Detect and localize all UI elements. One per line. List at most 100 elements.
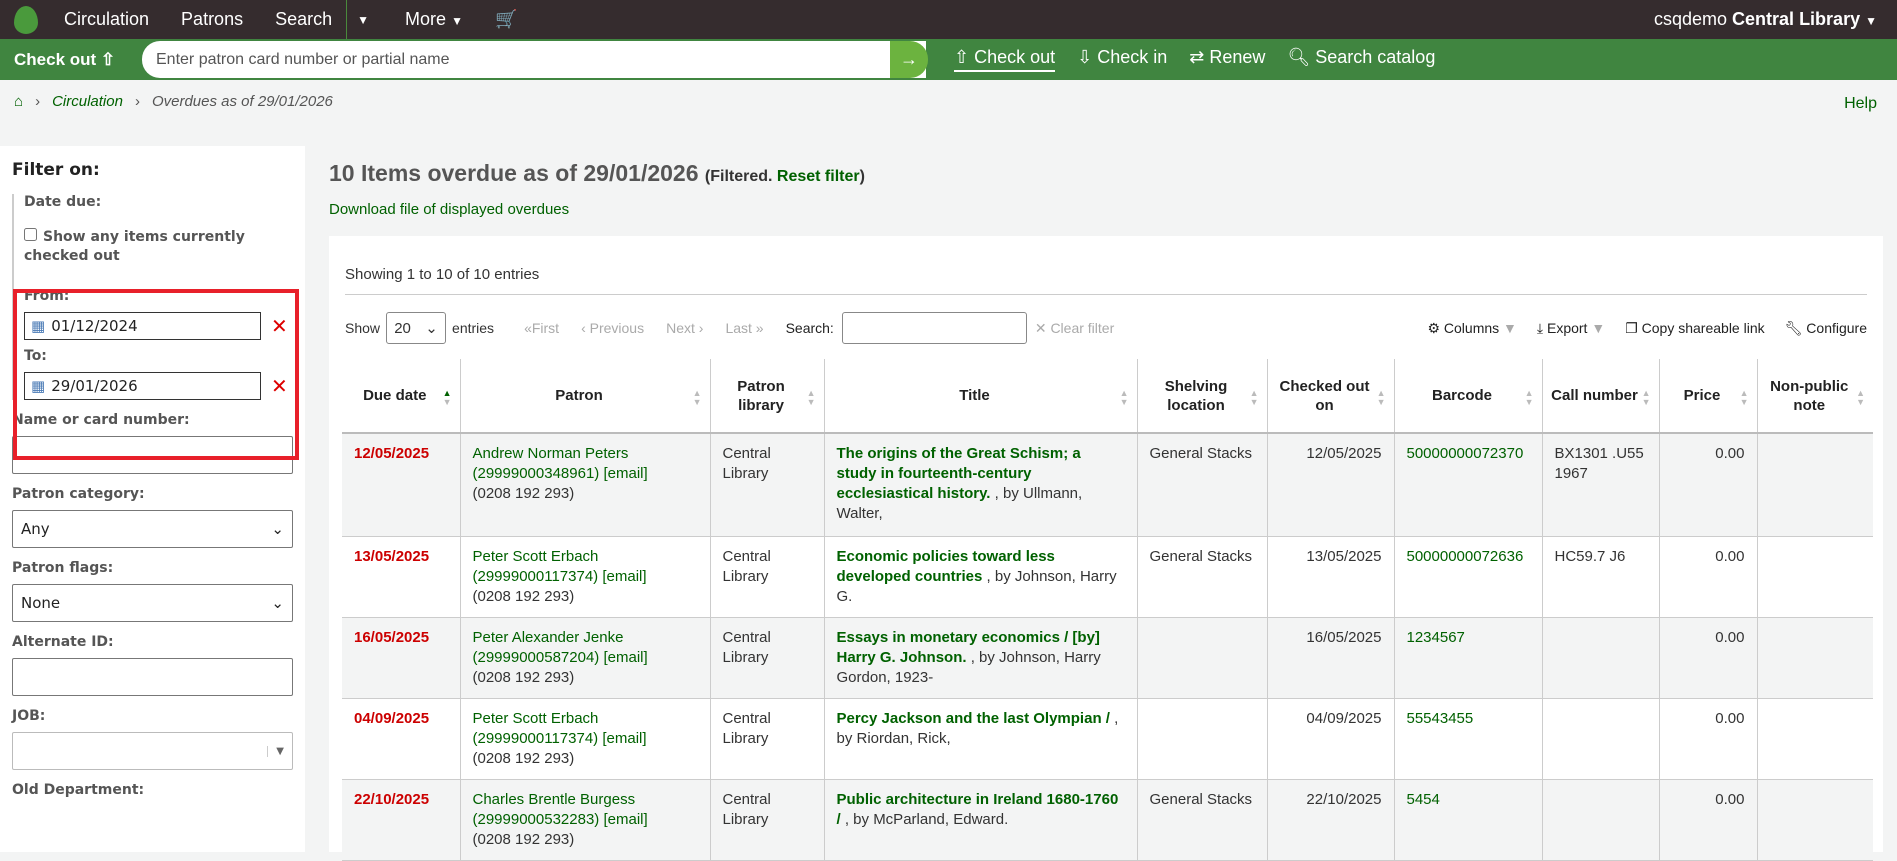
show-checked-out-checkbox[interactable]: Show any items currently checked out — [24, 228, 293, 266]
column-header[interactable]: Shelving location ▲ ▼ — [1136, 359, 1267, 434]
sort-icon: ▲ ▼ — [1856, 388, 1865, 407]
table-search-input[interactable] — [841, 312, 1027, 344]
barcode-link[interactable]: 50000000072370 — [1407, 445, 1524, 462]
nav-circulation[interactable]: Circulation — [64, 9, 149, 30]
page-size-select[interactable]: 20 ⌄ — [386, 312, 447, 344]
barcode-link[interactable]: 50000000072636 — [1407, 548, 1524, 565]
due-date: 13/05/2025 — [354, 547, 430, 565]
koha-logo-icon[interactable] — [14, 5, 38, 34]
column-header-label: Patron — [555, 387, 603, 404]
title-link[interactable]: Percy Jackson and the last Olympian / — [837, 710, 1110, 727]
download-icon: ⤓ — [1536, 319, 1547, 336]
price: 0.00 — [1715, 709, 1745, 727]
patron-link[interactable]: Peter Scott Erbach (29999000117374) — [473, 548, 599, 585]
columns-button[interactable]: ⚙ Columns ▼ — [1427, 320, 1516, 337]
configure-button[interactable]: 🔧︎ Configure — [1785, 320, 1867, 337]
export-button[interactable]: ⤓ Export ▼ — [1537, 320, 1605, 337]
copy-link-button[interactable]: ❐ Copy shareable link — [1625, 320, 1764, 337]
card-number: (29999000348961) — [472, 465, 600, 482]
nav-patrons[interactable]: Patrons — [181, 9, 243, 30]
column-header[interactable]: Price ▲ ▼ — [1658, 359, 1757, 434]
table-row: 16/05/2025 Peter Alexander Jenke (29999000… — [342, 617, 1873, 699]
reset-filter-link[interactable]: Reset filter — [777, 168, 860, 185]
username: csqdemo — [1653, 9, 1728, 29]
next-page-button[interactable]: Next › — [666, 320, 703, 336]
patron-name: Peter Scott Erbach — [472, 547, 599, 565]
checked-out-date: 04/09/2025 — [1306, 709, 1382, 727]
patron-search-input[interactable]: Enter patron card number or partial name — [142, 41, 926, 78]
column-header-label: Title — [959, 387, 990, 404]
patron-library: Central Library — [722, 628, 771, 666]
last-page-button[interactable]: Last » — [725, 320, 763, 336]
cart-icon[interactable]: 🛒 — [495, 9, 517, 30]
email-link[interactable]: [email] — [602, 730, 646, 747]
column-header[interactable]: Due date ▲ ▼ — [342, 359, 460, 434]
chevron-down-icon: ▼ — [1865, 14, 1877, 28]
email-link[interactable]: [email] — [603, 811, 647, 828]
first-page-button[interactable]: «First — [524, 320, 559, 336]
link-check-in[interactable]: ⇩ Check in — [1077, 47, 1167, 72]
column-header[interactable]: Patron library ▲ ▼ — [709, 359, 824, 434]
top-navbar: Circulation Patrons Search ▼ More ▼ 🛒 cs… — [0, 0, 1897, 39]
alternate-id-input[interactable] — [12, 658, 293, 696]
chevron-down-icon: ▼ — [451, 14, 463, 28]
upload-icon: ⇧ — [100, 49, 116, 69]
sort-icon: ▲ ▼ — [1739, 388, 1749, 407]
user-menu[interactable]: csqdemo Central Library ▼ — [1654, 9, 1877, 30]
submit-arrow-button[interactable]: → — [890, 41, 928, 78]
column-header[interactable]: Barcode ▲ ▼ — [1393, 359, 1542, 434]
nav-more[interactable]: More ▼ — [405, 9, 463, 30]
clear-filter-button[interactable]: ✕ Clear filter — [1035, 320, 1114, 337]
link-search-catalog[interactable]: 🔍︎ Search catalog — [1287, 47, 1435, 72]
due-date: 04/09/2025 — [354, 709, 430, 727]
barcode-link[interactable]: 5454 — [1407, 791, 1440, 808]
email-link[interactable]: [email] — [603, 649, 647, 666]
patron-name: Peter Scott Erbach — [472, 709, 599, 727]
patron-category-label: Patron category: — [12, 486, 145, 502]
column-header[interactable]: Checked out on ▲ ▼ — [1266, 359, 1394, 434]
sort-icon: ▲ ▼ — [806, 388, 816, 407]
barcode-link[interactable]: 55543455 — [1407, 710, 1474, 727]
email-link[interactable]: [email] — [603, 465, 647, 482]
card-number: (29999000117374) — [472, 729, 599, 747]
patron-flags-select[interactable]: None ⌄ — [12, 584, 293, 622]
checkbox-label: Show any items currently checked out — [24, 229, 245, 264]
home-icon[interactable]: ⌂ — [14, 93, 23, 110]
column-header[interactable]: Call number ▲ ▼ — [1541, 359, 1659, 434]
download-overdues-link[interactable]: Download file of displayed overdues — [329, 201, 865, 218]
search-dropdown-caret-icon[interactable]: ▼ — [346, 0, 379, 39]
phone: (0208 192 293) — [472, 830, 575, 848]
title-text: 10 Items overdue as of 29/01/2026 — [329, 160, 699, 186]
help-link[interactable]: Help — [1844, 95, 1877, 113]
checkout-tab[interactable]: Check out ⇧ — [0, 50, 142, 70]
column-header[interactable]: Patron ▲ ▼ — [459, 359, 710, 434]
breadcrumb-current: Overdues as of 29/01/2026 — [151, 93, 333, 110]
column-header[interactable]: Non-public note ▲ ▼ — [1756, 359, 1873, 434]
checked-out-date: 12/05/2025 — [1306, 445, 1382, 462]
price: 0.00 — [1715, 445, 1745, 462]
breadcrumb-separator: › — [134, 93, 140, 110]
card-number: (29999000587204) — [472, 648, 600, 666]
barcode-link[interactable]: 1234567 — [1407, 629, 1465, 646]
price: 0.00 — [1715, 547, 1745, 565]
previous-page-button[interactable]: ‹ Previous — [581, 320, 644, 336]
card-number: (29999000117374) — [472, 567, 599, 585]
nav-search[interactable]: Search — [275, 9, 332, 30]
configure-label: Configure — [1806, 319, 1867, 336]
job-select[interactable]: ▼ — [12, 732, 293, 770]
column-header[interactable]: Title ▲ ▼ — [823, 359, 1137, 434]
patron-library: Central Library — [722, 790, 771, 828]
sort-icon: ▲ ▼ — [1249, 388, 1259, 407]
email-link[interactable]: [email] — [602, 568, 646, 585]
breadcrumb-circulation[interactable]: Circulation — [52, 93, 123, 110]
breadcrumb-separator: › — [35, 93, 41, 110]
link-check-out[interactable]: ⇧ Check out — [954, 47, 1056, 72]
patron-link[interactable]: Peter Scott Erbach (29999000117374) — [473, 710, 599, 747]
page-title: 10 Items overdue as of 29/01/2026 (Filte… — [329, 160, 865, 187]
download-icon: ⇩ — [1077, 47, 1098, 67]
link-renew[interactable]: ⇄ Renew — [1189, 47, 1265, 72]
link-label: Check in — [1097, 47, 1168, 67]
call-number: BX1301 .U55 1967 — [1554, 445, 1644, 482]
patron-link[interactable]: Peter Alexander Jenke (29999000587204) — [473, 629, 624, 666]
patron-category-select[interactable]: Any ⌄ — [12, 510, 293, 548]
